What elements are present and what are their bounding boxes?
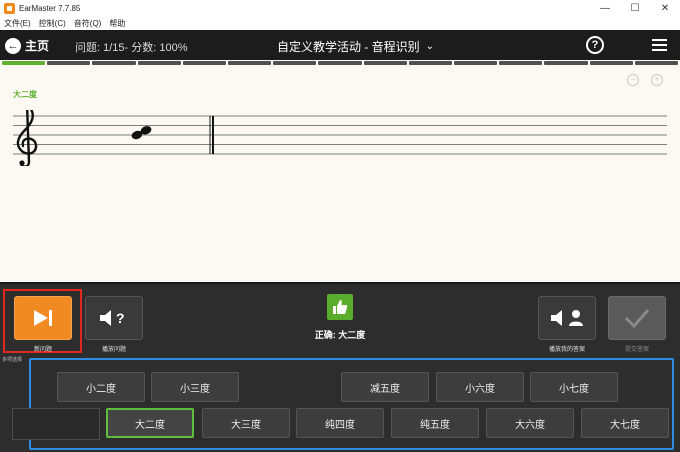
zoom-in-icon[interactable]: + (651, 74, 663, 86)
progress-segment (2, 61, 46, 65)
progress-segment (137, 61, 181, 65)
submit-answer-button[interactable] (608, 296, 666, 340)
menu-help[interactable]: 帮助 (109, 18, 125, 29)
menu-file[interactable]: 文件(E) (4, 18, 31, 29)
answer-diminished-fifth[interactable]: 减五度 (341, 372, 429, 402)
answer-perfect-fifth[interactable]: 纯五度 (391, 408, 479, 438)
home-label: 主页 (25, 39, 50, 53)
answer-minor-sixth[interactable]: 小六度 (436, 372, 524, 402)
activity-title-text: 自定义教学活动 - 音程识别 (277, 40, 420, 54)
menu-bar: 文件(E) 控制(C) 音符(Q) 帮助 (0, 16, 680, 30)
app-icon (4, 2, 15, 14)
progress-segment (499, 61, 543, 65)
progress-segment (228, 61, 272, 65)
hamburger-menu-icon[interactable] (652, 39, 667, 51)
app-header: ← 主页 问题: 1/15- 分数: 100% 自定义教学活动 - 音程识别 ⌄… (0, 30, 680, 60)
close-button[interactable]: ✕ (650, 0, 680, 16)
thumbs-up-icon (327, 294, 353, 320)
submit-answer-label: 提交答案 (624, 347, 649, 353)
question-score-stats: 问题: 1/15- 分数: 100% (75, 42, 188, 54)
answer-choices: 多项选择 小二度 小三度 减五度 小六度 小七度 大二度 大三度 纯四度 纯五度… (0, 354, 680, 452)
progress-segment (634, 61, 679, 65)
progress-segment (47, 61, 91, 65)
answer-major-third[interactable]: 大三度 (202, 408, 290, 438)
play-question-label: 播放问题 (101, 347, 126, 353)
answer-minor-seventh[interactable]: 小七度 (530, 372, 618, 402)
chevron-down-icon: ⌄ (425, 41, 435, 52)
progress-segment (454, 61, 498, 65)
interval-label: 大二度 (13, 90, 37, 99)
minimize-button[interactable]: — (590, 0, 620, 16)
music-staff (13, 110, 667, 166)
speaker-person-icon (551, 310, 583, 326)
zoom-out-icon[interactable]: − (627, 74, 639, 86)
progress-segment (408, 61, 453, 65)
multiple-choice-label: 多项选择 (2, 357, 23, 363)
home-button[interactable]: ← 主页 (5, 37, 49, 54)
note-heads (131, 126, 152, 140)
answer-minor-second[interactable]: 小二度 (57, 372, 145, 402)
play-my-answer-label: 播放我的答案 (548, 347, 585, 353)
answer-minor-third[interactable]: 小三度 (151, 372, 239, 402)
checkmark-icon (624, 309, 650, 329)
treble-clef-icon (16, 110, 38, 166)
progress-segment (544, 61, 588, 65)
speaker-question-icon: ? (100, 310, 125, 326)
window-titlebar: EarMaster 7.7.85 — ☐ ✕ (0, 0, 680, 16)
control-bar: 新问题 ? 播放问题 正确: 大二度 播放我的答案 提交答案 (0, 282, 680, 354)
activity-title[interactable]: 自定义教学活动 - 音程识别 ⌄ (277, 38, 434, 55)
progress-segment (589, 61, 633, 65)
empty-slot (12, 408, 100, 440)
answer-major-seventh[interactable]: 大七度 (581, 408, 669, 438)
progress-segment (318, 61, 362, 65)
progress-segment (363, 61, 407, 65)
menu-notes[interactable]: 音符(Q) (74, 18, 102, 29)
answer-major-second[interactable]: 大二度 (106, 408, 194, 438)
answer-perfect-fourth[interactable]: 纯四度 (296, 408, 384, 438)
maximize-button[interactable]: ☐ (620, 0, 650, 16)
new-question-label: 新问题 (33, 347, 52, 353)
help-button[interactable]: ? (586, 36, 604, 54)
back-arrow-icon: ← (5, 37, 21, 54)
progress-segment (92, 61, 136, 65)
answer-major-sixth[interactable]: 大六度 (486, 408, 574, 438)
progress-segment (273, 61, 317, 65)
next-icon (34, 310, 52, 326)
menu-control[interactable]: 控制(C) (39, 18, 66, 29)
svg-text:?: ? (116, 310, 125, 326)
window-title: EarMaster 7.7.85 (19, 3, 81, 13)
play-my-answer-button[interactable] (538, 296, 596, 340)
score-area: − + 大二度 (0, 66, 680, 282)
progress-segment (182, 61, 227, 65)
